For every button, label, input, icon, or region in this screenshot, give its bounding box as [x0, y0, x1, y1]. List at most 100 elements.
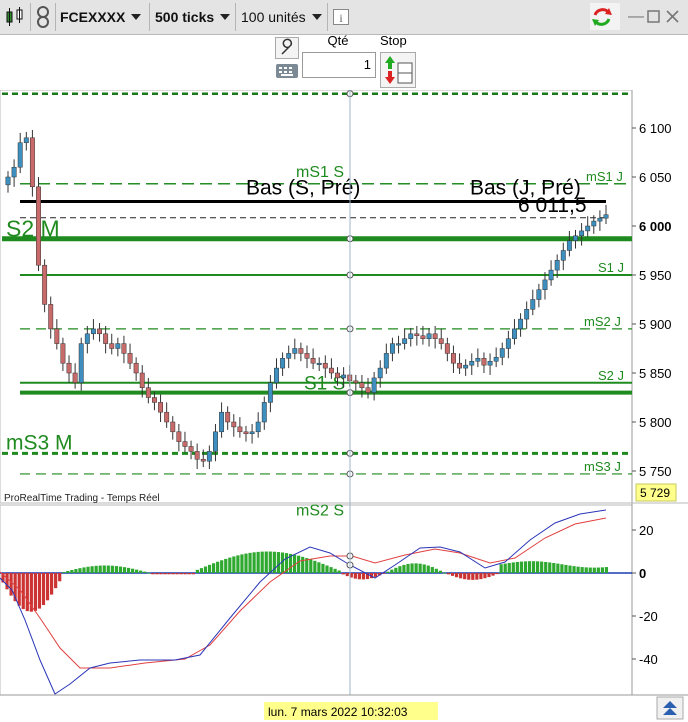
info-icon[interactable]: i	[333, 3, 349, 30]
level-label: mS3 J	[584, 459, 621, 474]
toolbar: FCEXXXX 500 ticks 100 unités i —	[0, 0, 688, 35]
macd-histogram-bar	[361, 573, 366, 580]
qty-label: Qté	[327, 33, 349, 48]
macd-histogram-bar	[224, 558, 228, 573]
candle-body	[255, 421, 261, 433]
candle-body	[66, 362, 72, 374]
macd-histogram-bar	[540, 561, 544, 573]
macd-histogram-bar	[442, 572, 447, 574]
instrument-select[interactable]: FCEXXXX	[60, 3, 142, 30]
macd-histogram-bar	[523, 561, 528, 573]
level-label: mS2 S	[296, 503, 344, 520]
macd-histogram-bar	[430, 567, 434, 573]
macd-histogram-bar	[191, 573, 195, 575]
candle-body	[396, 343, 401, 346]
candle-body	[42, 264, 48, 305]
candle-body	[158, 402, 164, 413]
refresh-icon[interactable]	[590, 3, 620, 30]
macd-histogram-bar	[479, 573, 483, 580]
macd-histogram-bar	[604, 567, 609, 573]
candle-body	[469, 360, 475, 366]
wrench-icon[interactable]	[275, 37, 299, 59]
maximize-icon[interactable]	[647, 3, 660, 30]
macd-histogram-bar	[345, 573, 349, 577]
macd-histogram-bar	[321, 563, 325, 573]
candle-body	[420, 335, 426, 339]
candle-body	[463, 364, 469, 369]
qty-input[interactable]: 1	[302, 52, 376, 78]
macd-tick-label: -40	[639, 652, 658, 667]
macd-histogram-bar	[203, 566, 208, 573]
macd-histogram-bar	[187, 573, 191, 575]
macd-histogram-bar	[548, 562, 552, 573]
macd-histogram-bar	[248, 552, 252, 573]
macd-histogram-bar	[576, 566, 580, 573]
macd-tick-label: 20	[639, 523, 653, 538]
candle-body	[310, 358, 316, 364]
candle-body	[127, 353, 133, 364]
candle-body	[121, 343, 127, 354]
macd-histogram-bar	[155, 573, 159, 575]
macd-histogram-bar	[450, 573, 455, 576]
chart-area[interactable]: mS1 SmS1 JBas (S, Pré) Bas (J, Pré)S2 MS1…	[0, 90, 688, 722]
macd-histogram-bar	[333, 568, 337, 573]
macd-histogram-bar	[244, 553, 248, 573]
stop-order-button[interactable]	[380, 52, 416, 88]
candle-body	[554, 260, 560, 271]
macd-histogram-bar	[78, 568, 82, 573]
macd-histogram-bar	[50, 573, 54, 595]
macd-histogram-bar	[471, 573, 475, 580]
candle-body	[237, 426, 243, 433]
minimize-icon[interactable]: —	[628, 3, 644, 30]
close-icon[interactable]	[666, 3, 679, 30]
level-label: mS2 J	[584, 314, 621, 329]
level-label: Bas (S, Pré)	[246, 177, 360, 200]
macd-histogram-bar	[171, 573, 175, 575]
units-select[interactable]: 100 unités	[241, 3, 322, 30]
candle-body	[591, 220, 597, 227]
macd-histogram-bar	[199, 568, 204, 573]
macd-histogram-bar	[33, 573, 37, 611]
macd-histogram-bar	[519, 561, 523, 573]
macd-histogram-bar	[232, 556, 236, 573]
price-tick-label: 6 000	[639, 219, 672, 234]
macd-histogram-bar	[268, 551, 272, 573]
macd-histogram-bar	[86, 566, 90, 573]
candlestick-icon[interactable]	[4, 3, 26, 30]
candle-body	[5, 176, 11, 186]
candle-body	[548, 269, 554, 281]
candle-body	[243, 431, 249, 435]
price-tick-label: 5 750	[639, 464, 672, 479]
candle-body	[17, 142, 23, 168]
candle-body	[304, 353, 310, 359]
macd-histogram-bar	[82, 567, 86, 573]
link-icon[interactable]	[35, 3, 51, 30]
macd-histogram-bar	[309, 559, 313, 573]
candle-body	[450, 353, 456, 364]
stop-label: Stop	[380, 33, 407, 48]
candle-body	[316, 362, 322, 365]
candle-body	[365, 387, 371, 393]
candle-body	[200, 458, 206, 462]
macd-histogram-bar	[252, 552, 256, 573]
macd-histogram-bar	[110, 565, 114, 573]
candle-body	[78, 343, 84, 384]
candle-body	[585, 225, 591, 232]
macd-histogram-bar	[126, 567, 131, 573]
macd-histogram-bar	[406, 563, 410, 573]
ticks-select[interactable]: 500 ticks	[155, 3, 231, 30]
keyboard-icon[interactable]	[275, 62, 299, 80]
macd-histogram-bar	[426, 565, 430, 573]
candle-body	[518, 318, 524, 330]
candle-body	[603, 214, 609, 219]
macd-histogram-bar	[240, 554, 244, 573]
macd-histogram-bar	[70, 569, 74, 573]
macd-histogram-bar	[467, 573, 471, 580]
candle-body	[182, 441, 188, 447]
macd-histogram-bar	[536, 561, 540, 573]
macd-histogram-bar	[102, 565, 106, 573]
candle-body	[23, 137, 29, 143]
crosshair-time-label: lun. 7 mars 2022 10:32:03	[268, 705, 408, 719]
macd-histogram-bar	[325, 565, 329, 573]
current-value-text: 6 011,5	[518, 194, 587, 217]
